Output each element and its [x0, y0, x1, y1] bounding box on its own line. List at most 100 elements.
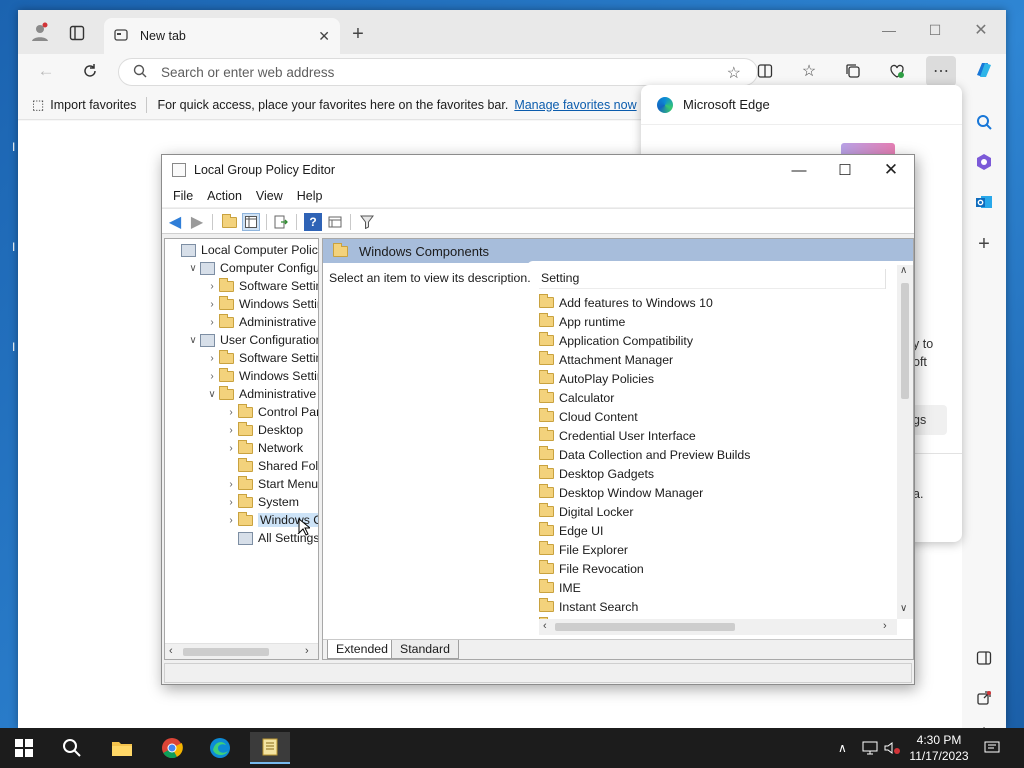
setting-list-item[interactable]: Cloud Content [539, 407, 638, 426]
collapse-chevron-icon[interactable]: › [205, 353, 219, 364]
setting-list-item[interactable]: Instant Search [539, 597, 638, 616]
menu-action[interactable]: Action [200, 189, 249, 203]
setting-list-item[interactable]: App runtime [539, 312, 625, 331]
volume-muted-icon[interactable] [884, 728, 900, 768]
browser-essentials-icon[interactable] [886, 60, 908, 82]
desktop-icon-fragment[interactable]: I [12, 140, 15, 154]
gpe-close-button[interactable]: ✕ [868, 155, 914, 185]
setting-list-item[interactable]: Desktop Gadgets [539, 464, 654, 483]
tab-standard[interactable]: Standard [391, 640, 459, 659]
policy-tree-pane[interactable]: Local Computer Policy∨Computer Configura… [164, 238, 319, 660]
outlook-icon[interactable] [972, 190, 996, 214]
back-arrow-icon[interactable]: ← [34, 60, 58, 82]
maximize-button[interactable]: ☐ [912, 16, 958, 44]
expand-chevron-icon[interactable]: ∨ [186, 263, 200, 274]
collapse-chevron-icon[interactable]: › [205, 299, 219, 310]
collapse-chevron-icon[interactable]: › [224, 407, 238, 418]
setting-list-item[interactable]: File Revocation [539, 559, 644, 578]
setting-list-item[interactable]: Desktop Window Manager [539, 483, 703, 502]
menu-view[interactable]: View [249, 189, 290, 203]
tree-item[interactable]: › Software Settings [205, 277, 318, 295]
copilot-icon[interactable] [972, 58, 996, 82]
setting-list-item[interactable]: AutoPlay Policies [539, 369, 654, 388]
forward-arrow-icon[interactable]: ▶ [188, 213, 206, 231]
close-window-button[interactable]: ✕ [958, 16, 1004, 44]
column-divider[interactable] [885, 269, 886, 289]
back-arrow-icon[interactable]: ◀ [166, 213, 184, 231]
tree-item[interactable]: › Desktop [224, 421, 303, 439]
collections-icon[interactable] [842, 60, 864, 82]
menu-help[interactable]: Help [290, 189, 330, 203]
scroll-up-arrow-icon[interactable]: ∧ [900, 265, 907, 276]
setting-list-item[interactable]: Edge UI [539, 521, 603, 540]
expand-chevron-icon[interactable]: ∨ [205, 389, 219, 400]
collapse-chevron-icon[interactable]: › [205, 281, 219, 292]
split-screen-icon[interactable] [754, 60, 776, 82]
settings-vertical-scrollbar[interactable]: ∧ ∨ [897, 265, 913, 619]
gpe-maximize-button[interactable]: ☐ [822, 155, 868, 185]
hide-sidebar-icon[interactable] [972, 646, 996, 670]
tree-item[interactable]: Local Computer Policy [167, 241, 318, 259]
notifications-icon[interactable] [984, 728, 1000, 768]
taskbar-search-icon[interactable] [52, 732, 92, 764]
scroll-down-arrow-icon[interactable]: ∨ [900, 603, 907, 614]
search-sidebar-icon[interactable] [972, 110, 996, 134]
tree-item[interactable]: › Windows Setting [205, 295, 318, 313]
export-list-icon[interactable] [272, 213, 290, 231]
tree-horizontal-scrollbar[interactable]: ‹ › [165, 643, 318, 659]
gpe-minimize-button[interactable]: — [776, 155, 822, 185]
file-explorer-icon[interactable] [102, 732, 142, 764]
settings-hscroll-thumb[interactable] [555, 623, 735, 631]
tree-item[interactable]: › Control Panel [224, 403, 318, 421]
desktop-icon-fragment[interactable]: I [12, 240, 15, 254]
tree-item[interactable]: Shared Folder [224, 457, 318, 475]
edge-taskbar-icon[interactable] [200, 732, 240, 764]
favorites-icon[interactable]: ☆ [798, 60, 820, 82]
start-button[interactable] [4, 732, 44, 764]
tree-item[interactable]: › System [224, 493, 299, 511]
close-tab-icon[interactable]: ✕ [318, 28, 330, 45]
show-hidden-icons-icon[interactable]: ∧ [838, 728, 847, 768]
menu-file[interactable]: File [166, 189, 200, 203]
favorite-star-icon[interactable]: ☆ [727, 63, 741, 83]
network-icon[interactable] [862, 728, 878, 768]
scroll-right-arrow-icon[interactable]: › [883, 620, 887, 632]
minimize-button[interactable]: — [866, 16, 912, 44]
properties-icon[interactable] [326, 213, 344, 231]
desktop-icon-fragment[interactable]: I [12, 340, 15, 354]
settings-scroll-thumb[interactable] [901, 283, 909, 399]
collapse-chevron-icon[interactable]: › [224, 515, 238, 526]
scroll-left-arrow-icon[interactable]: ‹ [169, 645, 173, 657]
settings-more-icon[interactable]: ⋯ [926, 56, 956, 86]
tree-item[interactable]: › Start Menu ar [224, 475, 318, 493]
add-sidebar-app-icon[interactable]: + [972, 232, 996, 256]
collapse-chevron-icon[interactable]: › [224, 479, 238, 490]
chrome-icon[interactable] [152, 732, 192, 764]
filter-icon[interactable] [358, 213, 376, 231]
tree-item[interactable]: ∨ Computer Configura [186, 259, 318, 277]
setting-list-item[interactable]: Credential User Interface [539, 426, 696, 445]
collapse-chevron-icon[interactable]: › [205, 371, 219, 382]
setting-list-item[interactable]: Digital Locker [539, 502, 634, 521]
setting-list-item[interactable]: IME [539, 578, 581, 597]
setting-list-item[interactable]: Data Collection and Preview Builds [539, 445, 750, 464]
show-hide-tree-icon[interactable] [242, 213, 260, 231]
scroll-right-arrow-icon[interactable]: › [305, 645, 309, 657]
office-icon[interactable] [972, 150, 996, 174]
help-icon[interactable]: ? [304, 213, 322, 231]
tree-item[interactable]: ∨ User Configuration [186, 331, 318, 349]
scroll-left-arrow-icon[interactable]: ‹ [543, 620, 547, 632]
tree-item[interactable]: › Network [224, 439, 303, 457]
external-link-icon[interactable] [972, 686, 996, 710]
tab-extended[interactable]: Extended [327, 640, 397, 659]
expand-chevron-icon[interactable]: ∨ [186, 335, 200, 346]
collapse-chevron-icon[interactable]: › [224, 497, 238, 508]
collapse-chevron-icon[interactable]: › [224, 425, 238, 436]
settings-horizontal-scrollbar[interactable]: ‹ › [539, 619, 897, 635]
new-tab-plus-icon[interactable]: + [346, 22, 370, 46]
import-favorites-button[interactable]: Import favorites [50, 98, 136, 112]
setting-list-item[interactable]: Attachment Manager [539, 350, 673, 369]
collapse-chevron-icon[interactable]: › [205, 317, 219, 328]
setting-column-header[interactable]: Setting [539, 269, 886, 289]
taskbar-clock[interactable]: 4:30 PM 11/17/2023 [904, 732, 974, 764]
